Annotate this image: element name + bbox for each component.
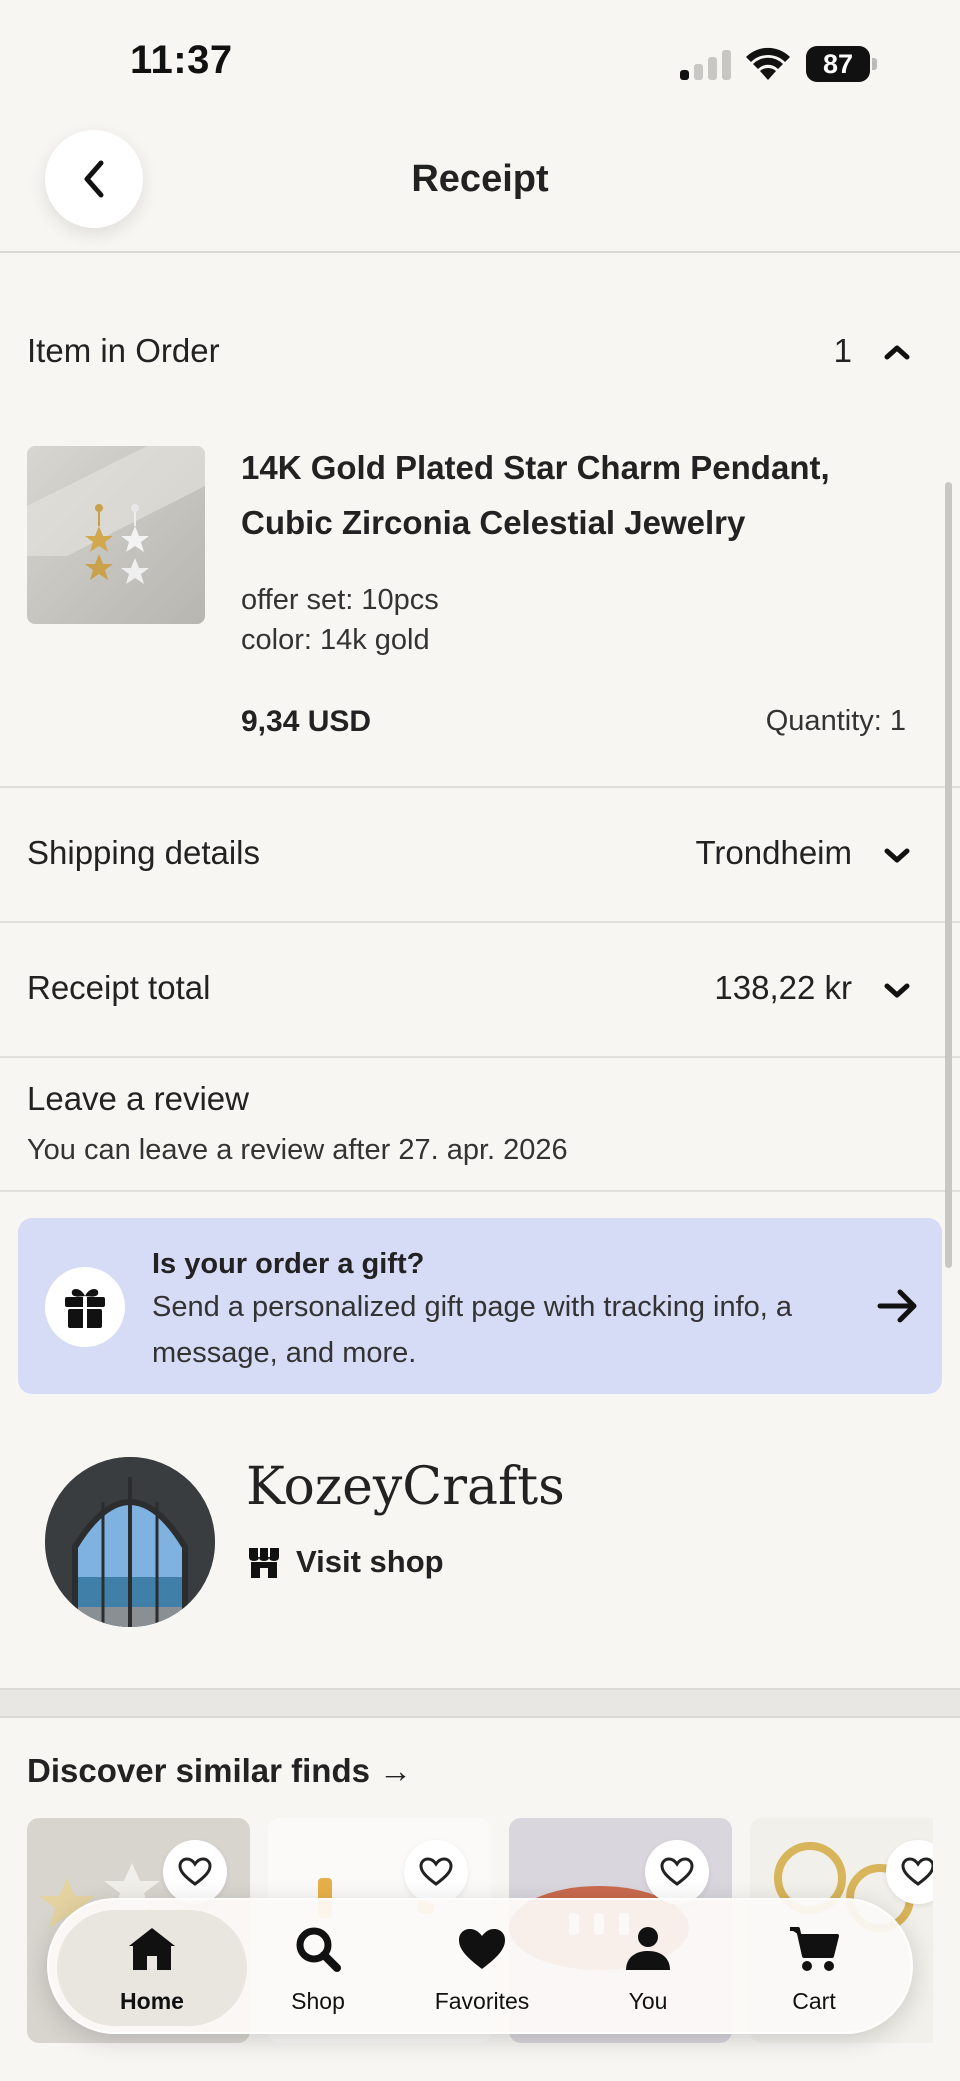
cellular-signal-icon: [680, 50, 732, 80]
arrow-right-icon: [877, 1289, 917, 1323]
gift-icon: [45, 1267, 125, 1347]
status-bar: 11:37 87: [0, 0, 960, 130]
tab-cart-label: Cart: [792, 1988, 836, 2014]
review-title: Leave a review: [27, 1080, 249, 1117]
heart-outline-icon: [901, 1857, 933, 1886]
chevron-down-icon: [884, 848, 910, 863]
heart-icon: [459, 1929, 505, 1969]
heart-outline-icon: [178, 1857, 212, 1886]
divider: [0, 1056, 960, 1058]
tab-shop[interactable]: Shop: [223, 1910, 413, 2026]
tab-cart[interactable]: Cart: [719, 1910, 909, 2026]
chevron-down-icon: [884, 983, 910, 998]
scrollbar[interactable]: [945, 482, 952, 1268]
storefront-icon: [249, 1548, 279, 1578]
battery-icon: 87: [806, 46, 877, 82]
receipt-total-label: Receipt total: [27, 969, 211, 1006]
order-items-label: Item in Order: [27, 332, 220, 369]
favorite-button[interactable]: [404, 1840, 468, 1904]
divider: [0, 1190, 960, 1192]
shop-name[interactable]: KozeyCrafts: [246, 1457, 565, 1517]
page-title: Receipt: [411, 158, 549, 200]
gift-title: Is your order a gift?: [152, 1248, 425, 1280]
order-items-count: 1: [833, 332, 852, 369]
order-items-toggle[interactable]: Item in Order 1: [0, 320, 960, 384]
item-thumbnail[interactable]: [27, 446, 205, 624]
discover-title[interactable]: Discover similar finds →: [27, 1752, 412, 1790]
tab-home[interactable]: Home: [57, 1910, 247, 2026]
item-option-set: offer set: 10pcs: [241, 584, 439, 616]
shop-avatar[interactable]: [45, 1457, 215, 1627]
status-time: 11:37: [130, 38, 233, 82]
section-separator: [0, 1688, 960, 1718]
shop-avatar-image: [45, 1457, 215, 1627]
item-option-color: color: 14k gold: [241, 624, 430, 656]
header: Receipt: [0, 130, 960, 253]
gift-description: Send a personalized gift page with track…: [152, 1291, 793, 1369]
gift-banner[interactable]: Is your order a gift? Send a personalize…: [18, 1218, 942, 1394]
home-icon: [129, 1928, 175, 1970]
shipping-details-value: Trondheim: [695, 834, 852, 871]
receipt-total-toggle[interactable]: Receipt total 138,22 kr: [0, 923, 960, 1056]
wifi-icon: [746, 47, 790, 80]
tab-bar: Home Shop Favorites You Cart: [47, 1898, 913, 2034]
visit-shop-button[interactable]: Visit shop: [246, 1540, 444, 1584]
favorite-button[interactable]: [645, 1840, 709, 1904]
heart-outline-icon: [660, 1857, 694, 1886]
visit-shop-label: Visit shop: [296, 1544, 444, 1579]
item-image: [27, 446, 205, 584]
heart-outline-icon: [419, 1857, 453, 1886]
chevron-up-icon: [884, 345, 910, 360]
person-icon: [626, 1927, 670, 1970]
receipt-total-value: 138,22 kr: [714, 969, 852, 1006]
favorite-button[interactable]: [163, 1840, 227, 1904]
tab-you-label: You: [628, 1988, 668, 2014]
tab-home-label: Home: [120, 1988, 184, 2014]
item-title[interactable]: 14K Gold Plated Star Charm Pendant, Cubi…: [241, 440, 921, 550]
battery-level: 87: [806, 46, 870, 82]
cart-icon: [790, 1927, 839, 1971]
item-price: 9,34 USD: [241, 705, 372, 738]
tab-shop-label: Shop: [291, 1988, 345, 2014]
item-quantity: Quantity: 1: [765, 705, 906, 737]
tab-favorites-label: Favorites: [434, 1988, 530, 2014]
shipping-details-toggle[interactable]: Shipping details Trondheim: [0, 788, 960, 922]
tab-you[interactable]: You: [553, 1910, 743, 2026]
review-subtitle: You can leave a review after 27. apr. 20…: [27, 1134, 568, 1166]
tab-favorites[interactable]: Favorites: [387, 1910, 577, 2026]
search-icon: [296, 1927, 341, 1972]
shipping-details-label: Shipping details: [27, 834, 260, 871]
